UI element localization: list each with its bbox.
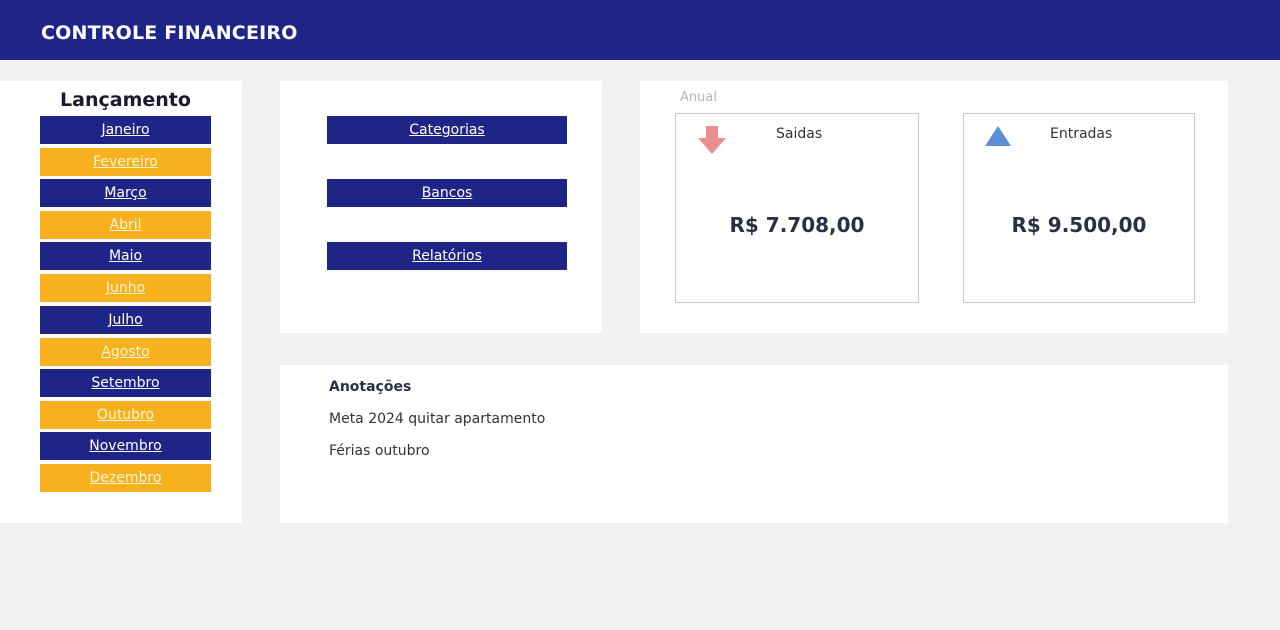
arrow-down-icon bbox=[698, 126, 726, 154]
months-title: Lançamento bbox=[60, 89, 191, 111]
relatorios-button[interactable]: Relatórios bbox=[327, 242, 567, 270]
month-button-outubro[interactable]: Outubro bbox=[40, 401, 211, 429]
categorias-button[interactable]: Categorias bbox=[327, 116, 567, 144]
note-line: Meta 2024 quitar apartamento bbox=[329, 411, 546, 427]
entradas-label: Entradas bbox=[1050, 126, 1113, 142]
note-line: Férias outubro bbox=[329, 443, 430, 459]
bancos-button[interactable]: Bancos bbox=[327, 179, 567, 207]
entradas-card: Entradas R$ 9.500,00 bbox=[963, 113, 1195, 303]
month-button-julho[interactable]: Julho bbox=[40, 306, 211, 334]
triangle-up-icon bbox=[985, 126, 1011, 146]
month-button-novembro[interactable]: Novembro bbox=[40, 432, 211, 460]
entradas-value: R$ 9.500,00 bbox=[1011, 213, 1147, 237]
month-button-abril[interactable]: Abril bbox=[40, 211, 211, 239]
month-button-fevereiro[interactable]: Fevereiro bbox=[40, 148, 211, 176]
month-button-agosto[interactable]: Agosto bbox=[40, 338, 211, 366]
saidas-label: Saidas bbox=[776, 126, 823, 142]
notes-title: Anotações bbox=[329, 379, 412, 395]
saidas-value: R$ 7.708,00 bbox=[729, 213, 865, 237]
annual-label: Anual bbox=[680, 90, 717, 105]
app-title: CONTROLE FINANCEIRO bbox=[41, 22, 298, 44]
saidas-card: Saidas R$ 7.708,00 bbox=[675, 113, 919, 303]
month-button-dezembro[interactable]: Dezembro bbox=[40, 464, 211, 492]
month-button-setembro[interactable]: Setembro bbox=[40, 369, 211, 397]
month-button-janeiro[interactable]: Janeiro bbox=[40, 116, 211, 144]
month-button-marco[interactable]: Março bbox=[40, 179, 211, 207]
month-button-junho[interactable]: Junho bbox=[40, 274, 211, 302]
month-button-maio[interactable]: Maio bbox=[40, 242, 211, 270]
app-header: CONTROLE FINANCEIRO bbox=[0, 0, 1280, 60]
